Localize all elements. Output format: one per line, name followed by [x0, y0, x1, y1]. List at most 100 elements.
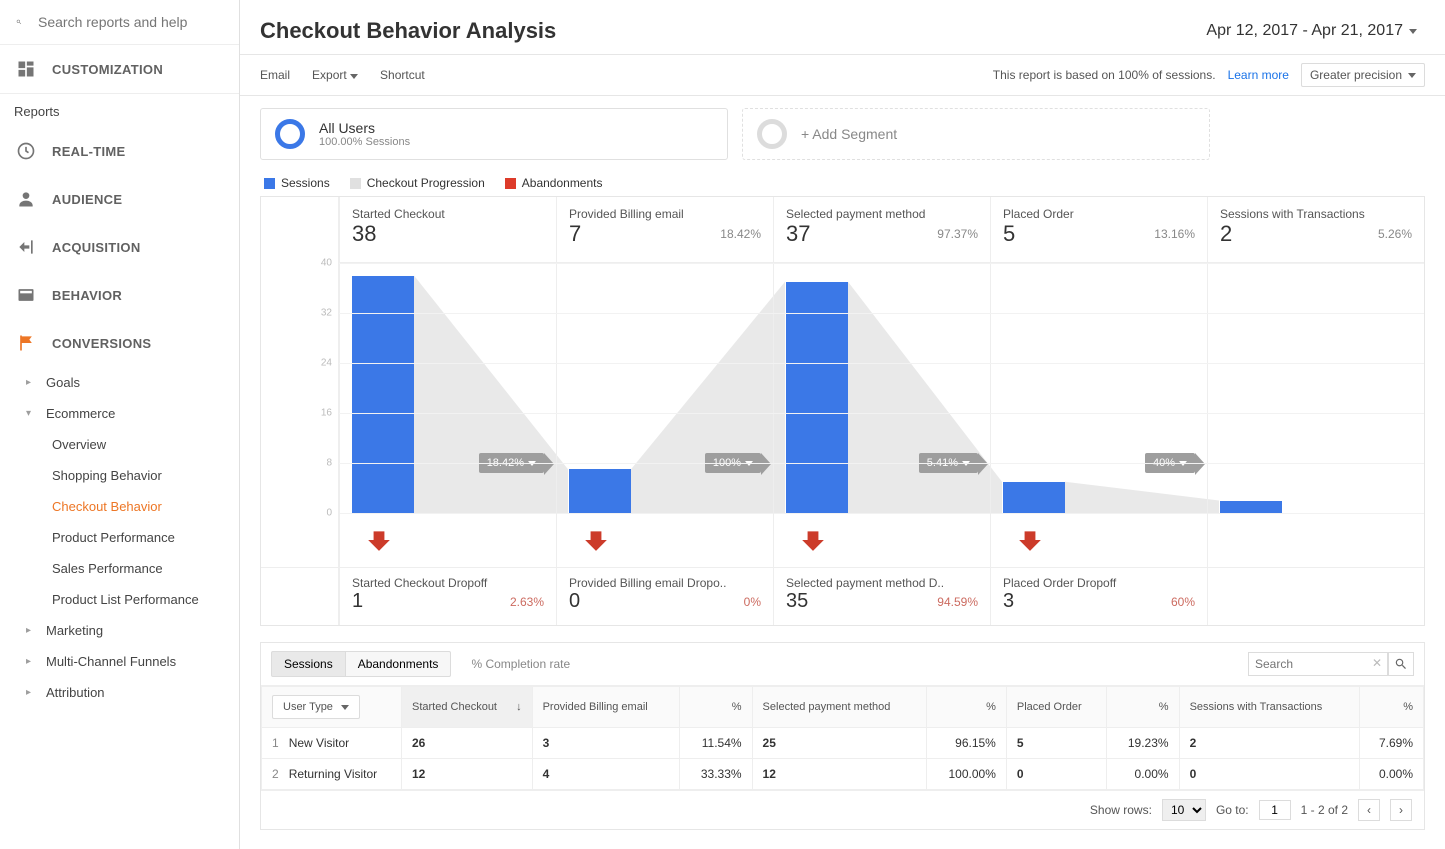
nav-realtime-label: REAL-TIME — [52, 144, 125, 159]
sample-text: This report is based on 100% of sessions… — [993, 68, 1216, 82]
clock-icon — [16, 141, 36, 161]
nav-product-performance[interactable]: Product Performance — [0, 522, 239, 553]
dropoff-pct: 94.59% — [937, 595, 978, 609]
axis-tick: 40 — [321, 258, 332, 269]
precision-dropdown[interactable]: Greater precision — [1301, 63, 1425, 87]
funnel-progression — [848, 263, 1002, 513]
funnel-bar[interactable] — [569, 469, 631, 513]
table-search-button[interactable] — [1388, 652, 1414, 676]
table-row[interactable]: 2Returning Visitor 12 4 33.33% 12 100.00… — [262, 759, 1424, 790]
legend-sessions: Sessions — [264, 176, 330, 190]
axis-tick: 32 — [321, 308, 332, 319]
dropoff-value: 3 — [1003, 590, 1195, 613]
col-started[interactable]: Started Checkout ↓ — [402, 687, 533, 728]
donut-grey-icon — [757, 119, 787, 149]
segment-subtitle: 100.00% Sessions — [319, 136, 410, 148]
clear-icon[interactable]: ✕ — [1372, 656, 1382, 670]
col-placed[interactable]: Placed Order — [1006, 687, 1106, 728]
goto-label: Go to: — [1216, 803, 1249, 817]
chevron-down-icon — [1408, 73, 1416, 78]
step-label: Sessions with Transactions — [1220, 207, 1412, 221]
col-trans-pct[interactable]: % — [1359, 687, 1423, 728]
tree-ecommerce-label: Ecommerce — [46, 406, 115, 421]
nav-customization-label: CUSTOMIZATION — [52, 62, 163, 77]
acquisition-icon — [16, 237, 36, 257]
funnel-bar[interactable] — [1220, 501, 1282, 514]
nav-conversions[interactable]: CONVERSIONS — [0, 319, 239, 367]
nav-behavior[interactable]: BEHAVIOR — [0, 271, 239, 319]
axis-tick: 8 — [326, 458, 332, 469]
tree-attribution[interactable]: ▸ Attribution — [0, 677, 239, 708]
dropoff-pct: 2.63% — [510, 595, 544, 609]
prev-page-button[interactable]: ‹ — [1358, 799, 1380, 821]
dropoff-pct: 60% — [1171, 595, 1195, 609]
dropoff-label: Provided Billing email Dropo.. — [569, 576, 761, 590]
nav-customization[interactable]: CUSTOMIZATION — [0, 45, 239, 93]
tree-marketing[interactable]: ▸ Marketing — [0, 615, 239, 646]
next-page-button[interactable]: › — [1390, 799, 1412, 821]
nav-checkout-behavior[interactable]: Checkout Behavior — [0, 491, 239, 522]
dropoff-label: Started Checkout Dropoff — [352, 576, 544, 590]
rows-select[interactable]: 10 — [1162, 799, 1206, 821]
table-row[interactable]: 1New Visitor 26 3 11.54% 25 96.15% 5 19.… — [262, 728, 1424, 759]
col-payment[interactable]: Selected payment method — [752, 687, 926, 728]
dropoff-label: Placed Order Dropoff — [1003, 576, 1195, 590]
dropoff-arrow-icon — [773, 513, 990, 567]
dimension-dropdown[interactable]: User Type — [272, 695, 360, 719]
nav-overview[interactable]: Overview — [0, 429, 239, 460]
export-label: Export — [312, 68, 347, 82]
donut-icon — [275, 119, 305, 149]
funnel-bar[interactable] — [1003, 482, 1065, 513]
col-billing-pct[interactable]: % — [680, 687, 752, 728]
chevron-down-icon — [341, 705, 349, 710]
flag-icon — [16, 333, 36, 353]
sidebar-search[interactable] — [0, 0, 239, 45]
funnel-chart: Started Checkout 38 Provided Billing ema… — [260, 196, 1425, 626]
funnel-bar[interactable] — [786, 282, 848, 513]
tab-sessions[interactable]: Sessions — [271, 651, 346, 677]
reports-header: Reports — [0, 94, 239, 127]
tab-abandonments[interactable]: Abandonments — [346, 651, 452, 677]
tree-marketing-label: Marketing — [46, 623, 103, 638]
search-input[interactable] — [36, 13, 223, 31]
goto-input[interactable] — [1259, 800, 1291, 820]
funnel-bar[interactable] — [352, 276, 414, 514]
page-range: 1 - 2 of 2 — [1301, 803, 1348, 817]
segment-title: All Users — [319, 120, 410, 136]
step-label: Started Checkout — [352, 207, 544, 221]
chevron-down-icon — [350, 74, 358, 79]
nav-sales-performance[interactable]: Sales Performance — [0, 553, 239, 584]
nav-audience[interactable]: AUDIENCE — [0, 175, 239, 223]
col-placed-pct[interactable]: % — [1107, 687, 1179, 728]
tree-mcf[interactable]: ▸ Multi-Channel Funnels — [0, 646, 239, 677]
col-payment-pct[interactable]: % — [926, 687, 1006, 728]
sort-down-icon: ↓ — [516, 701, 522, 713]
col-trans[interactable]: Sessions with Transactions — [1179, 687, 1359, 728]
export-button[interactable]: Export — [312, 68, 358, 82]
date-range-label: Apr 12, 2017 - Apr 21, 2017 — [1206, 22, 1403, 40]
segment-all-users[interactable]: All Users 100.00% Sessions — [260, 108, 728, 160]
step-pct: 13.16% — [1154, 227, 1195, 241]
nav-acquisition[interactable]: ACQUISITION — [0, 223, 239, 271]
nav-product-list-performance[interactable]: Product List Performance — [0, 584, 239, 615]
shortcut-button[interactable]: Shortcut — [380, 68, 425, 82]
chart-legend: Sessions Checkout Progression Abandonmen… — [260, 168, 1425, 196]
nav-shopping-behavior[interactable]: Shopping Behavior — [0, 460, 239, 491]
tree-goals[interactable]: ▸ Goals — [0, 367, 239, 398]
col-billing[interactable]: Provided Billing email — [532, 687, 680, 728]
email-button[interactable]: Email — [260, 68, 290, 82]
dimension-label: User Type — [283, 701, 333, 713]
page-title: Checkout Behavior Analysis — [260, 18, 556, 44]
learn-more-link[interactable]: Learn more — [1228, 68, 1289, 82]
step-value: 38 — [352, 221, 544, 247]
table-search-input[interactable] — [1248, 652, 1388, 676]
dropoff-arrow-icon — [990, 513, 1207, 567]
add-segment-button[interactable]: + Add Segment — [742, 108, 1210, 160]
axis-tick: 16 — [321, 408, 332, 419]
nav-realtime[interactable]: REAL-TIME — [0, 127, 239, 175]
date-range-picker[interactable]: Apr 12, 2017 - Apr 21, 2017 — [1198, 18, 1425, 44]
caret-right-icon: ▸ — [26, 625, 36, 636]
tree-ecommerce[interactable]: ▾ Ecommerce — [0, 398, 239, 429]
caret-down-icon: ▾ — [26, 408, 36, 419]
completion-rate-label: % Completion rate — [471, 657, 570, 671]
